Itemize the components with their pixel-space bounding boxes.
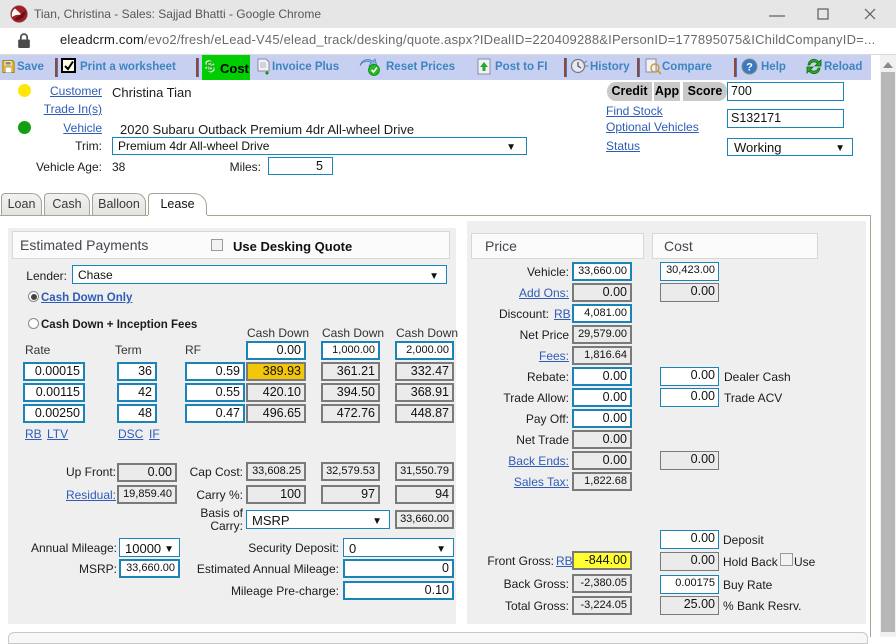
svg-text:?: ? <box>746 62 753 74</box>
